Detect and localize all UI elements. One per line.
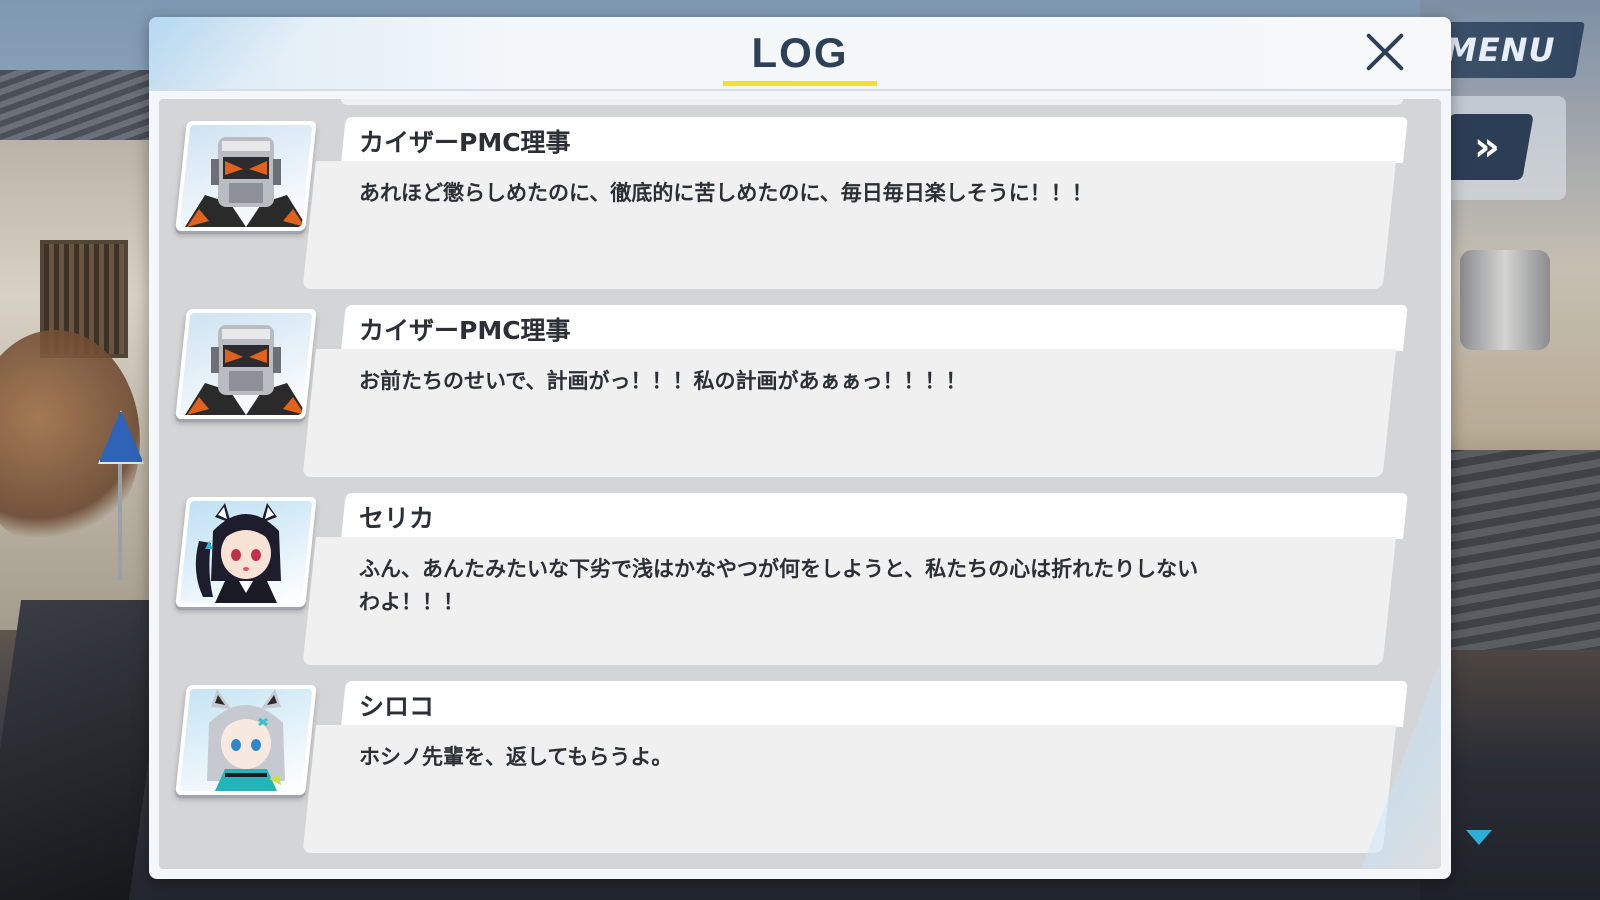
speaker-name: セリカ: [359, 504, 435, 533]
speaker-name: カイザーPMC理事: [359, 316, 571, 345]
speaker-name: シロコ: [359, 692, 435, 721]
log-list[interactable]: カイザーPMC理事 あれほど懲らしめたのに、徹底的に苦しめたのに、毎日毎日楽しそ…: [159, 99, 1441, 869]
log-entry: カイザーPMC理事 あれほど懲らしめたのに、徹底的に苦しめたのに、毎日毎日楽しそ…: [159, 117, 1441, 291]
next-indicator-icon: [1466, 830, 1492, 845]
log-entry: シロコ ホシノ先輩を、返してもらうよ。: [159, 681, 1441, 855]
fast-forward-icon: »: [1474, 124, 1490, 170]
menu-button-label: MENU: [1444, 31, 1556, 69]
speaker-avatar: [175, 685, 317, 795]
background-weapon: [0, 600, 172, 900]
serika-portrait-icon: [195, 503, 281, 603]
dialogue-text: お前たちのせいで、計画がっ！！！私の計画があぁぁっ！！！！: [359, 369, 967, 393]
previous-entry-edge: [341, 99, 1403, 105]
shiroko-portrait-icon: [207, 689, 285, 791]
log-header: LOG: [149, 17, 1451, 91]
log-window: LOG カイザーPMC理事 あれほど懲らしめたのに、徹底的に苦しめたのに、毎日毎…: [149, 17, 1451, 879]
close-icon[interactable]: [1362, 29, 1408, 75]
dialogue-text: ふん、あんたみたいな下劣で浅はかなやつが何をしようと、私たちの心は折れたりしない…: [359, 557, 1199, 614]
speaker-avatar: [175, 309, 317, 419]
speaker-avatar: [175, 497, 317, 607]
kaiser-robot-portrait-icon: [185, 137, 307, 227]
speaker-avatar: [175, 121, 317, 231]
log-entry: カイザーPMC理事 お前たちのせいで、計画がっ！！！私の計画があぁぁっ！！！！: [159, 305, 1441, 479]
log-entry: セリカ ふん、あんたみたいな下劣で浅はかなやつが何をしようと、私たちの心は折れた…: [159, 493, 1441, 667]
dialogue-text: あれほど懲らしめたのに、徹底的に苦しめたのに、毎日毎日楽しそうに！！！: [359, 181, 1093, 205]
title-underline: [723, 81, 877, 86]
dialogue-text: ホシノ先輩を、返してもらうよ。: [359, 745, 673, 769]
kaiser-robot-portrait-icon: [185, 325, 307, 415]
speaker-name: カイザーPMC理事: [359, 128, 571, 157]
log-title: LOG: [751, 29, 849, 76]
fast-forward-button[interactable]: »: [1438, 114, 1534, 180]
